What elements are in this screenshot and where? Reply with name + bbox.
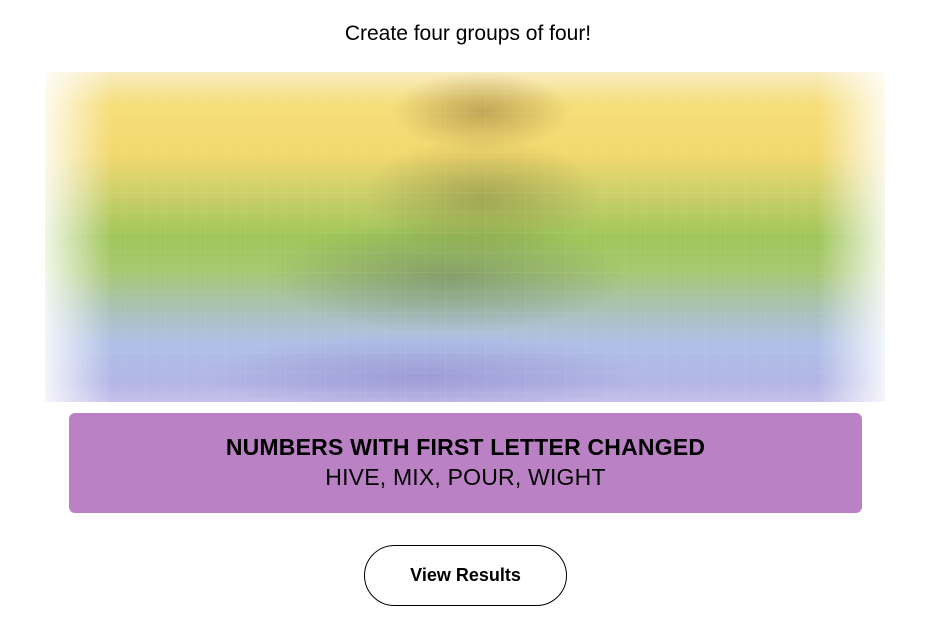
solved-group-title: NUMBERS WITH FIRST LETTER CHANGED: [225, 434, 706, 460]
view-results-button[interactable]: View Results: [364, 545, 567, 606]
instructions-text: Create four groups of four!: [344, 22, 592, 45]
blurred-solved-groups: [45, 72, 885, 402]
solved-group-purple: NUMBERS WITH FIRST LETTER CHANGED HIVE, …: [69, 413, 862, 513]
solved-group-members: HIVE, MIX, POUR, WIGHT: [325, 464, 606, 490]
blurred-board-pixelation: [45, 72, 885, 402]
